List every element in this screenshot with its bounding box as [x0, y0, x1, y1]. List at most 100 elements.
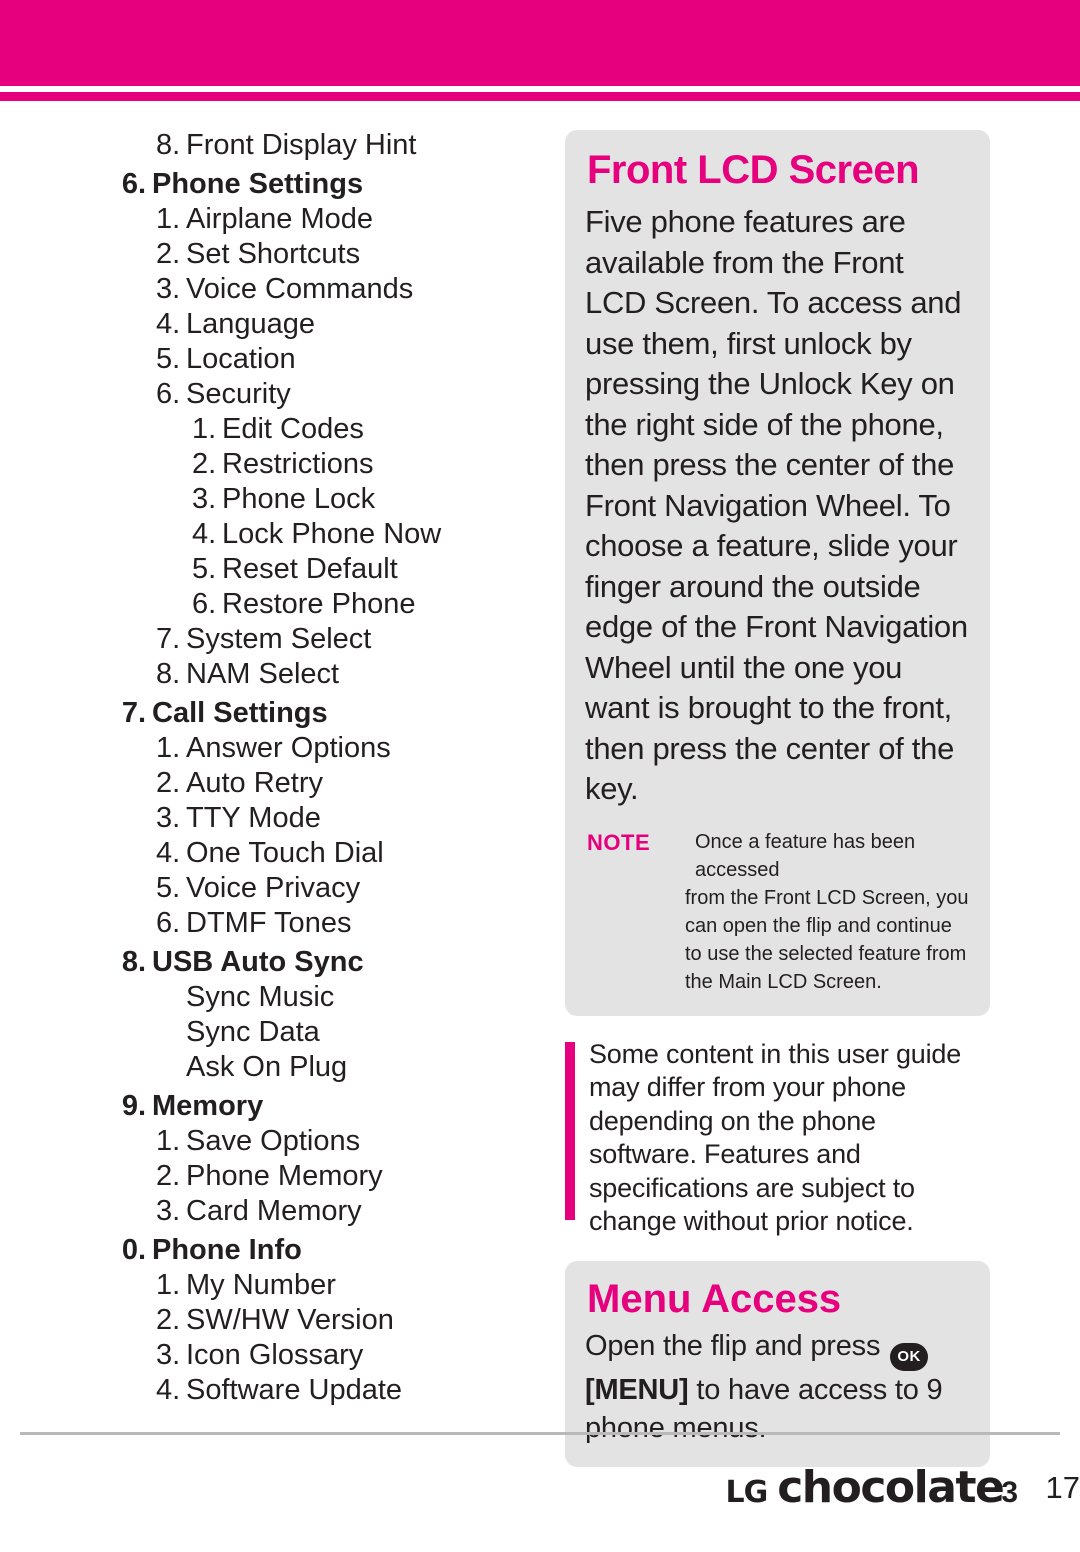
toc-item-label: NAM Select [186, 658, 340, 690]
toc-item-number: 7. [121, 697, 146, 729]
toc-item-number: 2. [192, 448, 217, 480]
toc-item-label: Security [186, 378, 291, 410]
toc-item-label: Set Shortcuts [186, 238, 361, 270]
menu-access-panel: Menu Access Open the flip and press OK [… [565, 1260, 990, 1467]
toc-item-label: Call Settings [152, 697, 328, 729]
toc-item: 8. NAM Select [120, 657, 550, 692]
toc-item: 4. Language [120, 307, 550, 342]
toc-item-number: 1. [192, 413, 217, 445]
chocolate-superscript: 3 [1001, 1476, 1018, 1509]
toc-item-number: 6. [156, 378, 181, 410]
disclaimer-text: Some content in this user guide may diff… [589, 1038, 962, 1237]
toc-item-number: 2. [156, 238, 181, 270]
toc-item: 2. Auto Retry [120, 766, 550, 801]
toc-item-number: 8. [156, 658, 181, 690]
toc-item: 2. Restrictions [120, 447, 550, 482]
menu-access-menu-token: [MENU] [585, 1373, 689, 1406]
toc-item: 6. Phone Settings [120, 167, 550, 202]
toc-item-label: Phone Memory [186, 1160, 383, 1192]
toc-item-label: Icon Glossary [186, 1339, 364, 1371]
toc-item-number: 2. [156, 1304, 181, 1336]
toc-item-number: 0. [121, 1234, 146, 1266]
note-text: Once a feature has been accessed from th… [685, 828, 970, 996]
toc-item-number: 2. [156, 767, 181, 799]
toc-item: Sync Data [120, 1015, 550, 1050]
toc-item-label: Location [186, 343, 296, 375]
toc-item-label: Sync Music [186, 981, 335, 1013]
toc-item-number: 8. [121, 946, 146, 978]
toc-item-number: 4. [192, 518, 217, 550]
toc-item-number: 6. [121, 168, 146, 200]
toc-item: 4. Lock Phone Now [120, 517, 550, 552]
toc-item-number: 3. [156, 1195, 181, 1227]
toc-item-number: 3. [156, 802, 181, 834]
lg-logo: LG [725, 1475, 768, 1510]
toc-item: 3. Voice Commands [120, 272, 550, 307]
note-rest: from the Front LCD Screen, you can open … [685, 886, 969, 993]
toc-item: 3. Card Memory [120, 1194, 550, 1229]
toc-item-label: Software Update [186, 1374, 403, 1406]
toc-item-number: 6. [192, 588, 217, 620]
toc-item: 2. SW/HW Version [120, 1303, 550, 1338]
chocolate-wordmark: chocolate [777, 1462, 1005, 1513]
toc-item-label: Voice Privacy [186, 872, 361, 904]
toc-item-number: 8. [156, 129, 181, 161]
toc-item-label: Card Memory [186, 1195, 362, 1227]
toc-item-label: Language [186, 308, 316, 340]
brand-logo: LG chocolate 3 [725, 1462, 1018, 1513]
note-first-line: Once a feature has been accessed [695, 830, 916, 881]
toc-item-number: 5. [156, 343, 181, 375]
toc-item: 5. Location [120, 342, 550, 377]
toc-item-number: 1. [156, 203, 181, 235]
toc-item-label: Lock Phone Now [222, 518, 442, 550]
toc-item-label: Front Display Hint [186, 129, 417, 161]
toc-item-label: Phone Info [152, 1234, 302, 1266]
manual-page: 8. Front Display Hint 6. Phone Settings 1. Ai… [0, 0, 1080, 1552]
toc-item-number: 5. [192, 553, 217, 585]
toc-item-label: SW/HW Version [186, 1304, 394, 1336]
toc-item-label: TTY Mode [186, 802, 321, 834]
toc-item: 0. Phone Info [120, 1233, 550, 1268]
toc-item: 5. Voice Privacy [120, 871, 550, 906]
toc-item: 7. System Select [120, 622, 550, 657]
toc-item: 5. Reset Default [120, 552, 550, 587]
toc-item-label: Answer Options [186, 732, 391, 764]
table-of-contents: 8. Front Display Hint 6. Phone Settings 1. Ai… [120, 128, 550, 1408]
toc-item-label: Restore Phone [222, 588, 416, 620]
toc-item-label: Phone Settings [152, 168, 364, 200]
header-band [0, 0, 1080, 86]
front-lcd-title: Front LCD Screen [587, 148, 920, 192]
toc-item: 6. DTMF Tones [120, 906, 550, 941]
front-lcd-body: Five phone features are available from t… [585, 204, 968, 806]
toc-item: 7. Call Settings [120, 696, 550, 731]
menu-access-title: Menu Access [587, 1276, 842, 1321]
toc-item-label: Phone Lock [222, 483, 376, 515]
toc-item: 1. My Number [120, 1268, 550, 1303]
toc-item-number: 7. [156, 623, 181, 655]
toc-item: 9. Memory [120, 1089, 550, 1124]
toc-item-label: Restrictions [222, 448, 374, 480]
toc-item: 4. One Touch Dial [120, 836, 550, 871]
toc-item-label: Edit Codes [222, 413, 364, 445]
toc-item-number: 1. [156, 1269, 181, 1301]
toc-item-number: 4. [156, 837, 181, 869]
toc-item: 6. Restore Phone [120, 587, 550, 622]
disclaimer-block: Some content in this user guide may diff… [565, 1038, 990, 1239]
toc-item: 1. Answer Options [120, 731, 550, 766]
toc-item: 2. Set Shortcuts [120, 237, 550, 272]
toc-item-label: Reset Default [222, 553, 398, 585]
toc-item-number: 6. [156, 907, 181, 939]
toc-item-label: Airplane Mode [186, 203, 373, 235]
toc-item-number: 9. [121, 1090, 146, 1122]
toc-item-number: 1. [156, 732, 181, 764]
toc-item-number: 5. [156, 872, 181, 904]
toc-item: 6. Security [120, 377, 550, 412]
toc-item: 3. TTY Mode [120, 801, 550, 836]
toc-item-label: One Touch Dial [186, 837, 384, 869]
accent-bar [565, 1041, 575, 1220]
note-block: NOTE Once a feature has been accessed fr… [585, 828, 970, 996]
right-column: Front LCD Screen Five phone features are… [565, 130, 990, 1467]
toc-item-number: 1. [156, 1125, 181, 1157]
toc-item-number: 4. [156, 1374, 181, 1406]
toc-item-number: 4. [156, 308, 181, 340]
